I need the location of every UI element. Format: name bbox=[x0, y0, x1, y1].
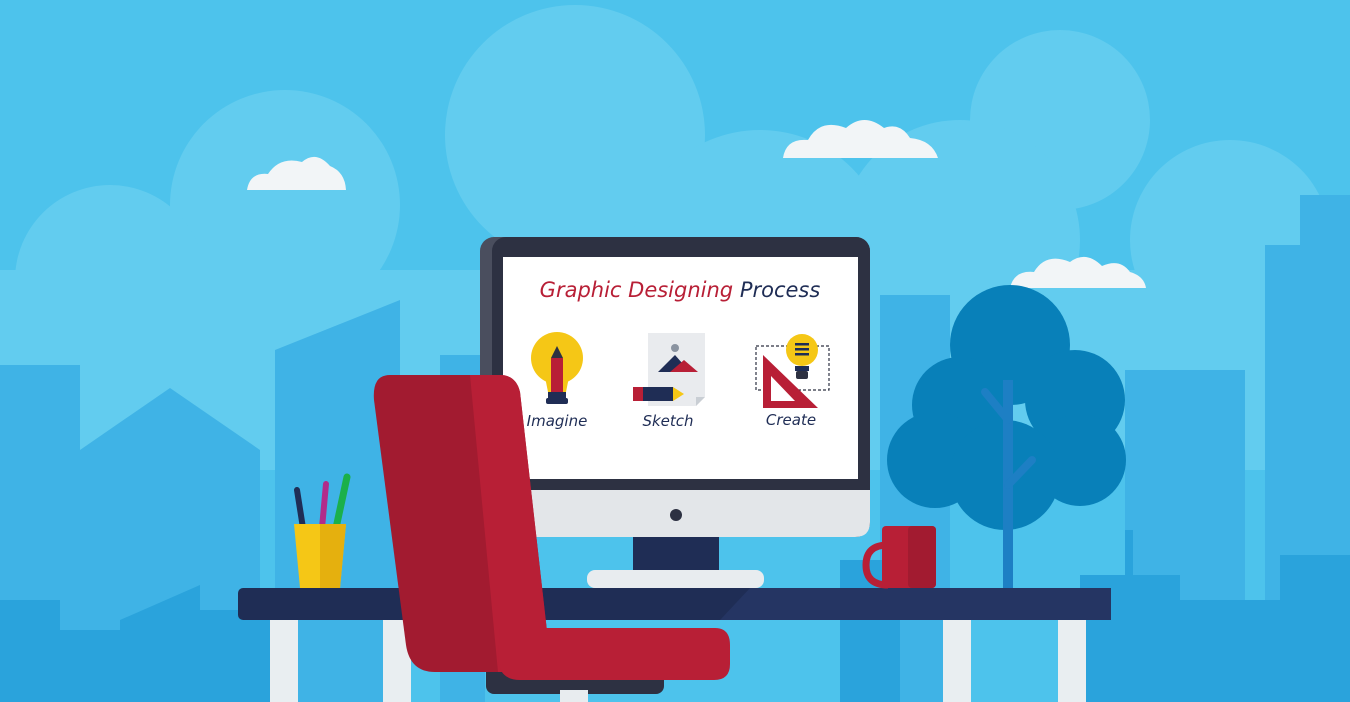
screen-title-part1: Graphic Designing bbox=[540, 278, 733, 302]
illustration-canvas: Graphic Designing Process Imagine Sketch… bbox=[0, 0, 1350, 702]
screen-title-part2: Process bbox=[740, 278, 821, 302]
step-label-create: Create bbox=[766, 411, 816, 429]
desk-top-highlight bbox=[720, 588, 1111, 620]
monitor-power-dot bbox=[670, 509, 682, 521]
step-label-sketch: Sketch bbox=[642, 412, 693, 430]
office-desk-illustration: Graphic Designing Process Imagine Sketch… bbox=[0, 0, 1350, 702]
screen-title: Graphic Designing Process bbox=[540, 278, 821, 302]
step-label-imagine: Imagine bbox=[527, 412, 588, 430]
